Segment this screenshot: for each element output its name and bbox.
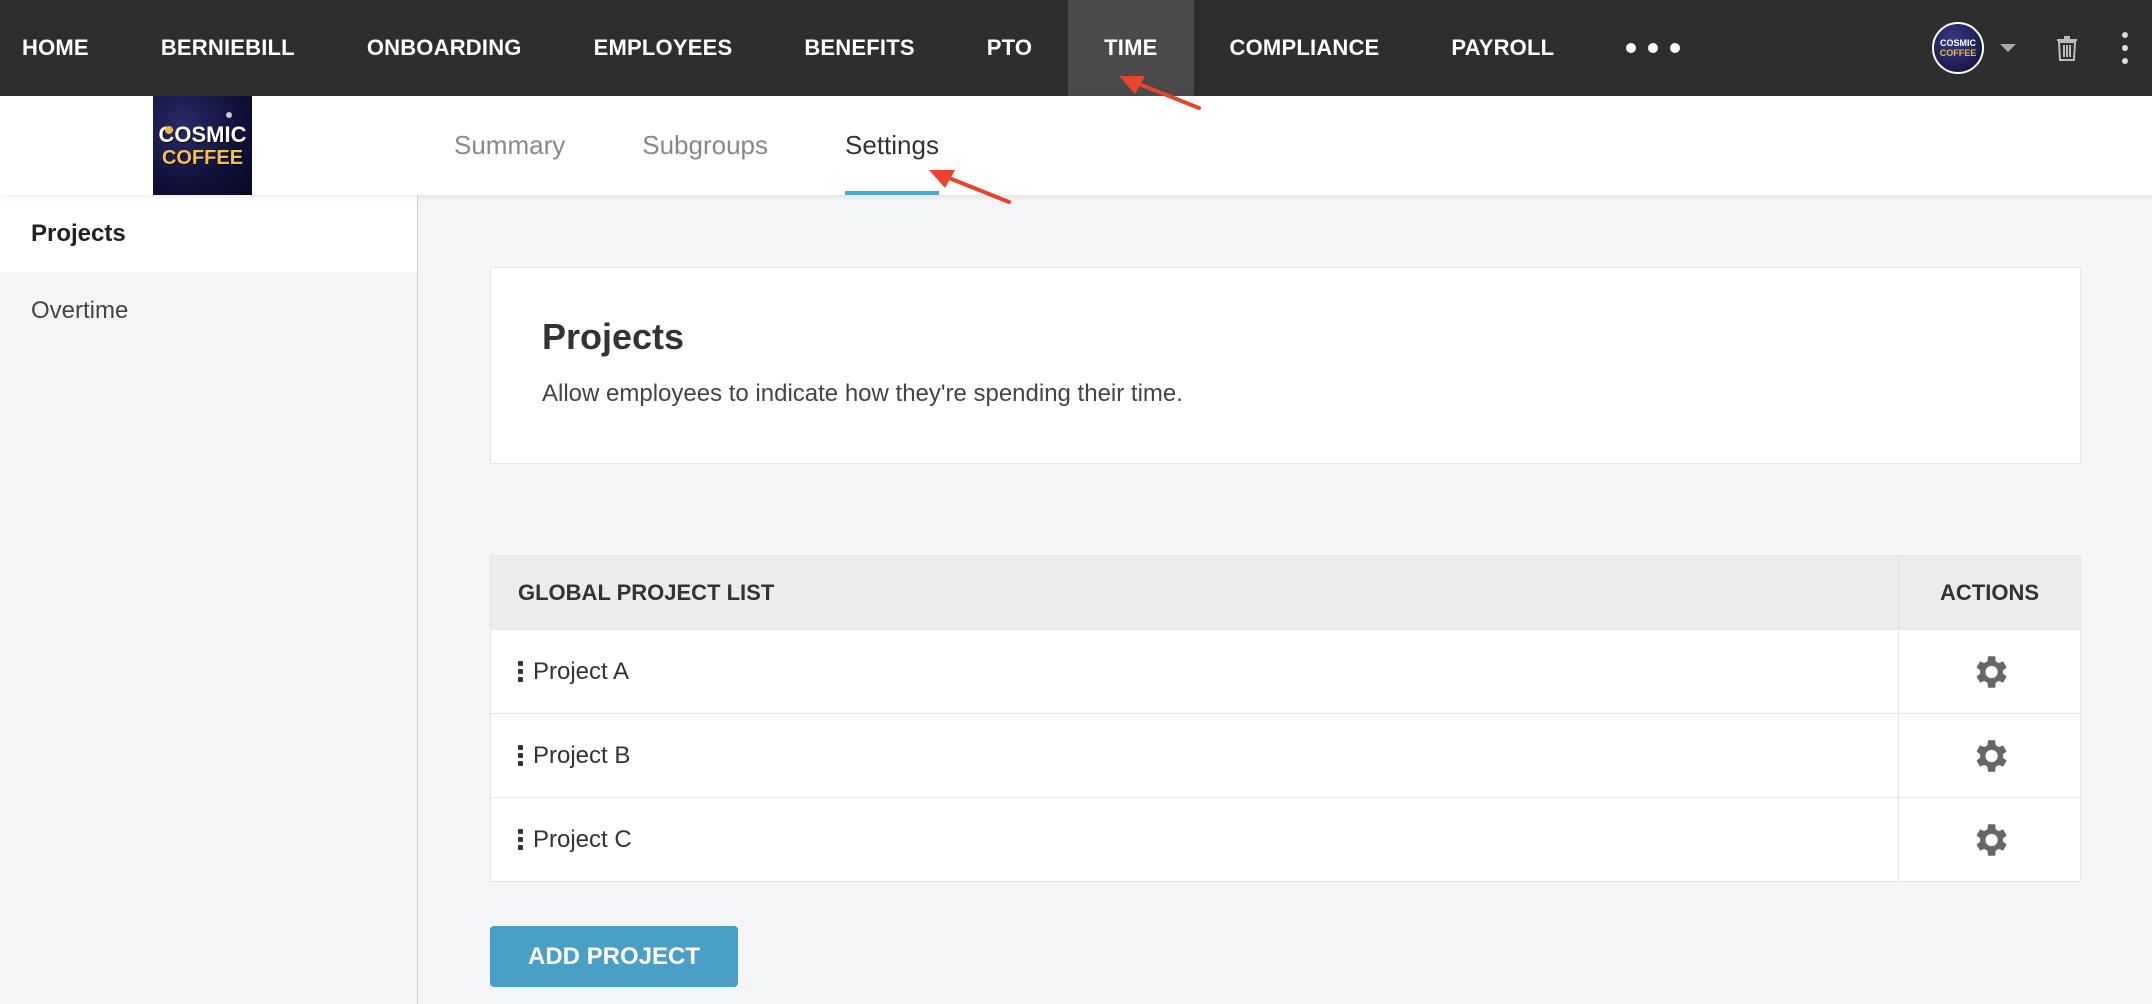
nav-berniebill[interactable]: BERNIEBILL bbox=[111, 0, 331, 96]
settings-sidebar: Projects Overtime bbox=[0, 195, 418, 1004]
more-dot-icon bbox=[1626, 43, 1637, 53]
tab-summary[interactable]: Summary bbox=[454, 96, 565, 195]
column-header-actions: ACTIONS bbox=[1898, 556, 2080, 629]
project-name-cell: Project B bbox=[491, 714, 1898, 797]
gear-icon[interactable] bbox=[1969, 735, 2011, 777]
more-dot-icon bbox=[1670, 43, 1681, 53]
add-project-button[interactable]: ADD PROJECT bbox=[490, 926, 738, 987]
page-description: Allow employees to indicate how they're … bbox=[542, 380, 1183, 407]
logo-moon-icon bbox=[226, 112, 232, 118]
table-row: Project A bbox=[491, 629, 2080, 713]
project-name: Project A bbox=[533, 657, 630, 685]
top-navigation: HOME BERNIEBILL ONBOARDING EMPLOYEES BEN… bbox=[0, 0, 2152, 96]
sub-header: COSMIC COFFEE Summary Subgroups Settings bbox=[0, 96, 2152, 195]
chevron-down-icon[interactable] bbox=[2000, 44, 2016, 52]
annotation-arrow-icon bbox=[929, 170, 1011, 204]
projects-info-card: Projects Allow employees to indicate how… bbox=[490, 267, 2081, 464]
nav-more-menu[interactable] bbox=[1590, 0, 1718, 96]
gear-icon[interactable] bbox=[1969, 651, 2011, 693]
project-name-cell: Project A bbox=[491, 630, 1898, 713]
company-logo: COSMIC COFFEE bbox=[153, 96, 252, 195]
actions-cell bbox=[1898, 798, 2080, 881]
table-header: GLOBAL PROJECT LIST ACTIONS bbox=[491, 556, 2080, 629]
table-row: Project C bbox=[491, 797, 2080, 881]
column-header-project-list: GLOBAL PROJECT LIST bbox=[518, 579, 775, 605]
logo-planet-icon bbox=[165, 126, 173, 134]
actions-cell bbox=[1898, 630, 2080, 713]
drag-handle-icon[interactable] bbox=[518, 661, 523, 682]
project-name-cell: Project C bbox=[491, 798, 1898, 881]
project-name: Project B bbox=[533, 741, 631, 769]
nav-home[interactable]: HOME bbox=[0, 0, 111, 96]
nav-right-controls: COSMIC COFFEE bbox=[1932, 0, 2152, 96]
nav-pto[interactable]: PTO bbox=[951, 0, 1068, 96]
kebab-menu-icon[interactable] bbox=[2122, 32, 2128, 64]
avatar-text-line2: COFFEE bbox=[1939, 48, 1977, 58]
nav-employees[interactable]: EMPLOYEES bbox=[558, 0, 769, 96]
nav-benefits[interactable]: BENEFITS bbox=[768, 0, 950, 96]
nav-payroll[interactable]: PAYROLL bbox=[1415, 0, 1590, 96]
tab-subgroups[interactable]: Subgroups bbox=[642, 96, 768, 195]
sidebar-item-projects[interactable]: Projects bbox=[0, 195, 417, 272]
nav-compliance[interactable]: COMPLIANCE bbox=[1194, 0, 1416, 96]
drag-handle-icon[interactable] bbox=[518, 829, 523, 850]
section-tabs: Summary Subgroups Settings bbox=[454, 96, 939, 195]
actions-cell bbox=[1898, 714, 2080, 797]
nav-items: HOME BERNIEBILL ONBOARDING EMPLOYEES BEN… bbox=[0, 0, 1718, 96]
nav-onboarding[interactable]: ONBOARDING bbox=[331, 0, 558, 96]
project-table: GLOBAL PROJECT LIST ACTIONS Project A Pr… bbox=[490, 555, 2081, 882]
sidebar-item-overtime[interactable]: Overtime bbox=[0, 272, 417, 349]
drag-handle-icon[interactable] bbox=[518, 745, 523, 766]
page-title: Projects bbox=[542, 316, 685, 357]
project-name: Project C bbox=[533, 825, 632, 853]
logo-text-line2: COFFEE bbox=[161, 146, 244, 169]
annotation-arrow-icon bbox=[1119, 76, 1201, 110]
company-avatar[interactable]: COSMIC COFFEE bbox=[1932, 22, 1984, 74]
trash-icon[interactable] bbox=[2056, 35, 2078, 61]
gear-icon[interactable] bbox=[1969, 819, 2011, 861]
avatar-text-line1: COSMIC bbox=[1940, 38, 1976, 48]
more-dot-icon bbox=[1648, 43, 1659, 53]
table-row: Project B bbox=[491, 713, 2080, 797]
